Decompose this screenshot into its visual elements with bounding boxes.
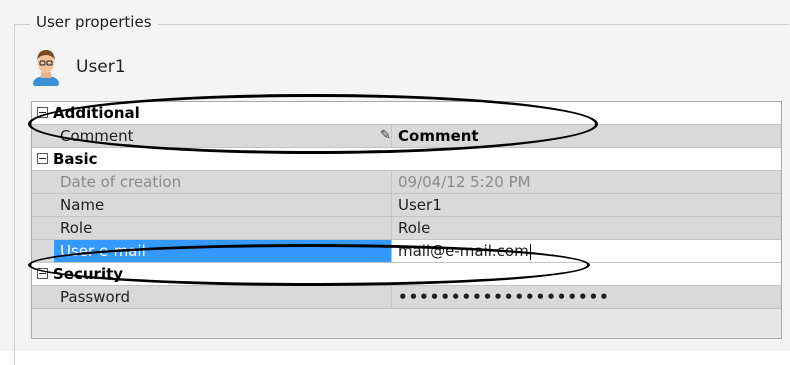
property-row-date-of-creation[interactable]: Date of creation 09/04/12 5:20 PM — [32, 171, 781, 194]
category-additional[interactable]: Additional — [32, 102, 781, 125]
pencil-icon[interactable]: ✎ — [380, 125, 392, 147]
property-row-comment[interactable]: Comment ✎ Comment — [32, 125, 781, 148]
collapse-icon[interactable] — [37, 107, 48, 118]
property-name: User e-mail — [54, 240, 392, 262]
property-row-password[interactable]: Password •••••••••••••••••••• — [32, 286, 781, 309]
email-value[interactable]: mail@e-mail.com — [398, 242, 529, 260]
category-label: Security — [53, 265, 124, 283]
text-caret — [529, 243, 531, 260]
group-box-title: User properties — [30, 13, 158, 31]
collapse-icon[interactable] — [37, 153, 48, 164]
user-properties-panel: User properties User1 Additional Comment… — [0, 0, 790, 365]
property-name: Password — [54, 286, 392, 308]
category-security[interactable]: Security — [32, 263, 781, 286]
category-label: Basic — [53, 150, 98, 168]
property-row-role[interactable]: Role Role — [32, 217, 781, 240]
category-basic[interactable]: Basic — [32, 148, 781, 171]
property-name: Name — [54, 194, 392, 216]
property-row-user-email[interactable]: User e-mail mail@e-mail.com — [32, 240, 781, 263]
property-value: 09/04/12 5:20 PM — [398, 173, 531, 191]
property-name: Date of creation — [54, 171, 392, 193]
password-field[interactable]: •••••••••••••••••••• — [392, 286, 781, 308]
collapse-icon[interactable] — [37, 268, 48, 279]
property-value[interactable]: Comment — [392, 125, 781, 147]
property-row-name[interactable]: Name User1 — [32, 194, 781, 217]
category-label: Additional — [53, 104, 140, 122]
property-value[interactable]: Role — [392, 217, 781, 239]
email-field[interactable]: mail@e-mail.com — [392, 240, 781, 262]
property-grid[interactable]: Additional Comment ✎ Comment Basic Date … — [31, 101, 782, 339]
property-name: Role — [54, 217, 392, 239]
user-name: User1 — [76, 57, 126, 77]
property-name: Comment — [54, 125, 392, 147]
user-avatar-icon — [33, 50, 59, 86]
property-value[interactable]: User1 — [392, 194, 781, 216]
